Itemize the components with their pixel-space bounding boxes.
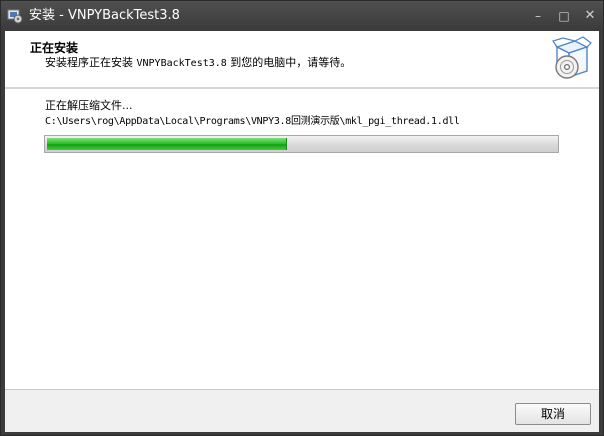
install-progress-bar — [44, 135, 559, 153]
subtitle-app-name: VNPYBackTest3.8 — [136, 58, 227, 69]
subtitle-prefix: 安装程序正在安装 — [45, 56, 137, 69]
current-file-path: C:\Users\rog\AppData\Local\Programs\VNPY… — [45, 116, 460, 127]
installer-window: 安装 - VNPYBackTest3.8 – □ ✕ 正在安装 安装程序正在安装… — [0, 0, 604, 436]
page-subtitle: 安装程序正在安装 VNPYBackTest3.8 到您的电脑中，请等待。 — [45, 54, 351, 70]
minimize-button[interactable]: – — [530, 9, 546, 23]
progress-fill — [47, 138, 287, 150]
close-button[interactable]: ✕ — [582, 9, 598, 23]
wizard-header: 正在安装 安装程序正在安装 VNPYBackTest3.8 到您的电脑中，请等待… — [5, 31, 599, 87]
subtitle-suffix: 到您的电脑中，请等待。 — [226, 56, 352, 69]
wizard-footer: 取消 — [5, 389, 599, 432]
maximize-button[interactable]: □ — [556, 9, 572, 23]
status-text: 正在解压缩文件... — [45, 99, 133, 112]
window-title: 安装 - VNPYBackTest3.8 — [29, 8, 180, 23]
wizard-content: 正在解压缩文件... C:\Users\rog\AppData\Local\Pr… — [5, 89, 599, 389]
cancel-button[interactable]: 取消 — [515, 403, 591, 425]
title-bar[interactable]: 安装 - VNPYBackTest3.8 – □ ✕ — [1, 1, 603, 31]
installer-app-icon[interactable] — [7, 8, 23, 24]
install-box-disc-icon — [549, 35, 593, 81]
